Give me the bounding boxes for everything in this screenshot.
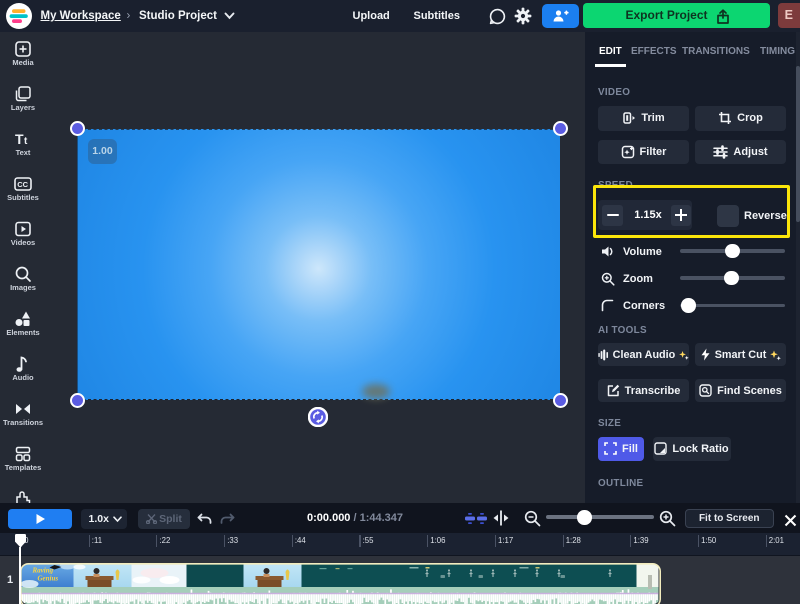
svg-text:Genius: Genius <box>38 575 59 583</box>
svg-text:CC: CC <box>17 180 28 189</box>
svg-text:t: t <box>24 136 28 147</box>
svg-text:T: T <box>15 131 24 147</box>
